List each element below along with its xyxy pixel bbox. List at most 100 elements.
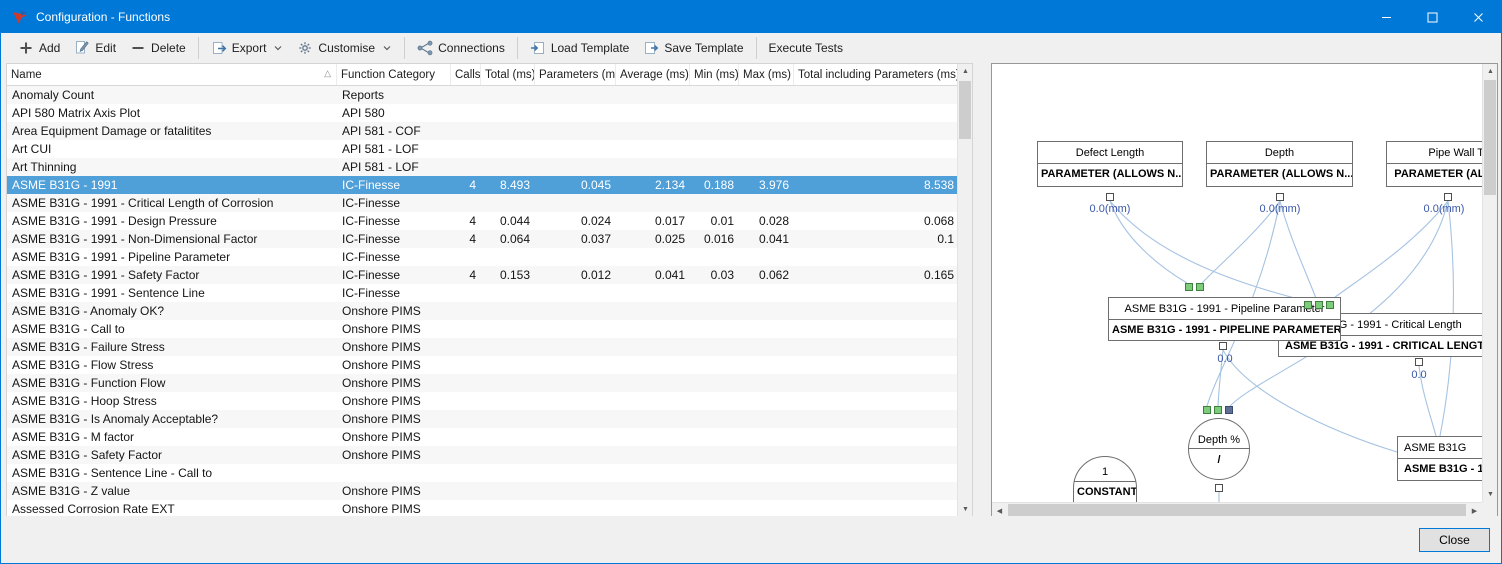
table-cell	[690, 104, 739, 122]
column-header-parameters-ms[interactable]: Parameters (ms)	[535, 64, 616, 85]
table-row[interactable]: ASME B31G - Function FlowOnshore PIMS	[7, 374, 957, 392]
maximize-button[interactable]	[1409, 1, 1455, 33]
table-cell	[690, 86, 739, 104]
table-cell	[535, 302, 616, 320]
diagram-node-pipe-wall-thickness[interactable]: Pipe Wall ThickPARAMETER (ALLOWS N...	[1386, 141, 1482, 187]
table-row[interactable]: ASME B31G - Z valueOnshore PIMS	[7, 482, 957, 500]
load-template-button[interactable]: Load Template	[523, 36, 637, 60]
table-cell	[451, 284, 481, 302]
diagram-node-depth-percent[interactable]: Depth %/	[1188, 418, 1250, 480]
table-cell	[794, 248, 957, 266]
table-cell	[451, 464, 481, 482]
table-row[interactable]: ASME B31G - Call toOnshore PIMS	[7, 320, 957, 338]
table-row[interactable]: ASME B31G - 1991 - Sentence LineIC-Fines…	[7, 284, 957, 302]
table-cell	[535, 284, 616, 302]
table-cell	[481, 284, 535, 302]
table-cell	[794, 482, 957, 500]
table-cell: ASME B31G - Hoop Stress	[7, 392, 337, 410]
table-cell	[690, 302, 739, 320]
table-row[interactable]: ASME B31G - Hoop StressOnshore PIMS	[7, 392, 957, 410]
table-cell: 3.976	[739, 176, 794, 194]
table-row[interactable]: Art CUIAPI 581 - LOF	[7, 140, 957, 158]
table-row[interactable]: API 580 Matrix Axis PlotAPI 580	[7, 104, 957, 122]
table-row[interactable]: ASME B31G - Sentence Line - Call to	[7, 464, 957, 482]
table-row[interactable]: ASME B31G - Flow StressOnshore PIMS	[7, 356, 957, 374]
scrollbar-thumb[interactable]	[1008, 504, 1466, 516]
close-window-button[interactable]	[1455, 1, 1501, 33]
table-cell: ASME B31G - Z value	[7, 482, 337, 500]
table-row[interactable]: ASME B31G - 1991 - Critical Length of Co…	[7, 194, 957, 212]
table-row[interactable]: Art ThinningAPI 581 - LOF	[7, 158, 957, 176]
table-cell	[481, 338, 535, 356]
minimize-button[interactable]	[1363, 1, 1409, 33]
scroll-up-arrow-icon[interactable]: ▲	[958, 64, 973, 79]
diagram-node-constant-1[interactable]: 1CONSTANT	[1073, 456, 1137, 502]
table-row[interactable]: ASME B31G - 1991 - Pipeline ParameterIC-…	[7, 248, 957, 266]
diagram-vertical-scrollbar[interactable]: ▲ ▼	[1482, 64, 1497, 502]
edit-button[interactable]: Edit	[67, 36, 123, 60]
table-row[interactable]: ASME B31G - Is Anomaly Acceptable?Onshor…	[7, 410, 957, 428]
table-row[interactable]: ASME B31G - Failure StressOnshore PIMS	[7, 338, 957, 356]
scrollbar-thumb[interactable]	[1484, 80, 1496, 195]
table-cell	[481, 86, 535, 104]
connection-port	[1203, 406, 1211, 414]
table-cell	[451, 320, 481, 338]
table-cell	[451, 248, 481, 266]
column-header-function-category[interactable]: Function Category	[337, 64, 451, 85]
table-cell	[794, 500, 957, 517]
column-header-average-ms[interactable]: Average (ms)	[616, 64, 690, 85]
connections-button[interactable]: Connections	[410, 36, 512, 60]
table-cell: API 581 - LOF	[337, 158, 451, 176]
table-row[interactable]: ASME B31G - Anomaly OK?Onshore PIMS	[7, 302, 957, 320]
table-cell	[481, 500, 535, 517]
close-button[interactable]: Close	[1419, 528, 1490, 552]
table-row[interactable]: ASME B31G - 1991 - Safety FactorIC-Fines…	[7, 266, 957, 284]
table-row[interactable]: ASME B31G - 1991 - Design PressureIC-Fin…	[7, 212, 957, 230]
table-row[interactable]: Assessed Corrosion Rate EXTOnshore PIMS	[7, 500, 957, 517]
table-cell: Onshore PIMS	[337, 392, 451, 410]
table-cell: ASME B31G - 1991 - Safety Factor	[7, 266, 337, 284]
table-cell	[481, 104, 535, 122]
column-header-total-ms[interactable]: Total (ms)	[481, 64, 535, 85]
diagram-node-depth[interactable]: DepthPARAMETER (ALLOWS N...	[1206, 141, 1353, 187]
table-cell: API 581 - COF	[337, 122, 451, 140]
chevron-down-icon	[382, 43, 392, 53]
toolbar-separator	[756, 37, 757, 59]
export-icon	[211, 40, 227, 56]
delete-button[interactable]: Delete	[123, 36, 193, 60]
node-subtitle: /	[1189, 449, 1249, 479]
save-template-button[interactable]: Save Template	[636, 36, 750, 60]
export-button[interactable]: Export	[204, 36, 291, 60]
table-cell: ASME B31G - Safety Factor	[7, 446, 337, 464]
scrollbar-thumb[interactable]	[959, 81, 971, 139]
table-row[interactable]: Anomaly CountReports	[7, 86, 957, 104]
column-header-name[interactable]: Name△	[7, 64, 337, 85]
table-cell	[690, 374, 739, 392]
table-vertical-scrollbar[interactable]: ▲ ▼	[957, 64, 972, 517]
customise-button[interactable]: Customise	[290, 36, 399, 60]
table-row[interactable]: ASME B31G - 1991 - Non-Dimensional Facto…	[7, 230, 957, 248]
table-row[interactable]: ASME B31G - 1991IC-Finesse48.4930.0452.1…	[7, 176, 957, 194]
table-row[interactable]: ASME B31G - M factorOnshore PIMS	[7, 428, 957, 446]
diagram-node-asme-b31g[interactable]: ASME B31GASME B31G - 1991	[1397, 436, 1482, 481]
column-header-total-including-parameters-ms[interactable]: Total including Parameters (ms)	[794, 64, 959, 85]
scroll-up-arrow-icon[interactable]: ▲	[1483, 64, 1498, 79]
table-cell: API 581 - LOF	[337, 140, 451, 158]
scroll-down-arrow-icon[interactable]: ▼	[958, 502, 973, 517]
table-cell	[481, 374, 535, 392]
table-cell: ASME B31G - 1991 - Critical Length of Co…	[7, 194, 337, 212]
execute-tests-button[interactable]: Execute Tests	[762, 37, 850, 59]
table-row[interactable]: Area Equipment Damage or fatalititesAPI …	[7, 122, 957, 140]
table-row[interactable]: ASME B31G - Safety FactorOnshore PIMS	[7, 446, 957, 464]
table-cell	[451, 338, 481, 356]
table-cell	[739, 122, 794, 140]
scroll-down-arrow-icon[interactable]: ▼	[1483, 487, 1498, 502]
connection-port	[1106, 193, 1114, 201]
diagram-horizontal-scrollbar[interactable]: ◀ ▶	[992, 502, 1482, 517]
add-button[interactable]: Add	[11, 36, 67, 60]
column-header-min-ms[interactable]: Min (ms)	[690, 64, 739, 85]
diagram-node-defect-length[interactable]: Defect LengthPARAMETER (ALLOWS N...	[1037, 141, 1183, 187]
table-cell	[690, 158, 739, 176]
column-header-calls[interactable]: Calls	[451, 64, 481, 85]
column-header-max-ms[interactable]: Max (ms)	[739, 64, 794, 85]
